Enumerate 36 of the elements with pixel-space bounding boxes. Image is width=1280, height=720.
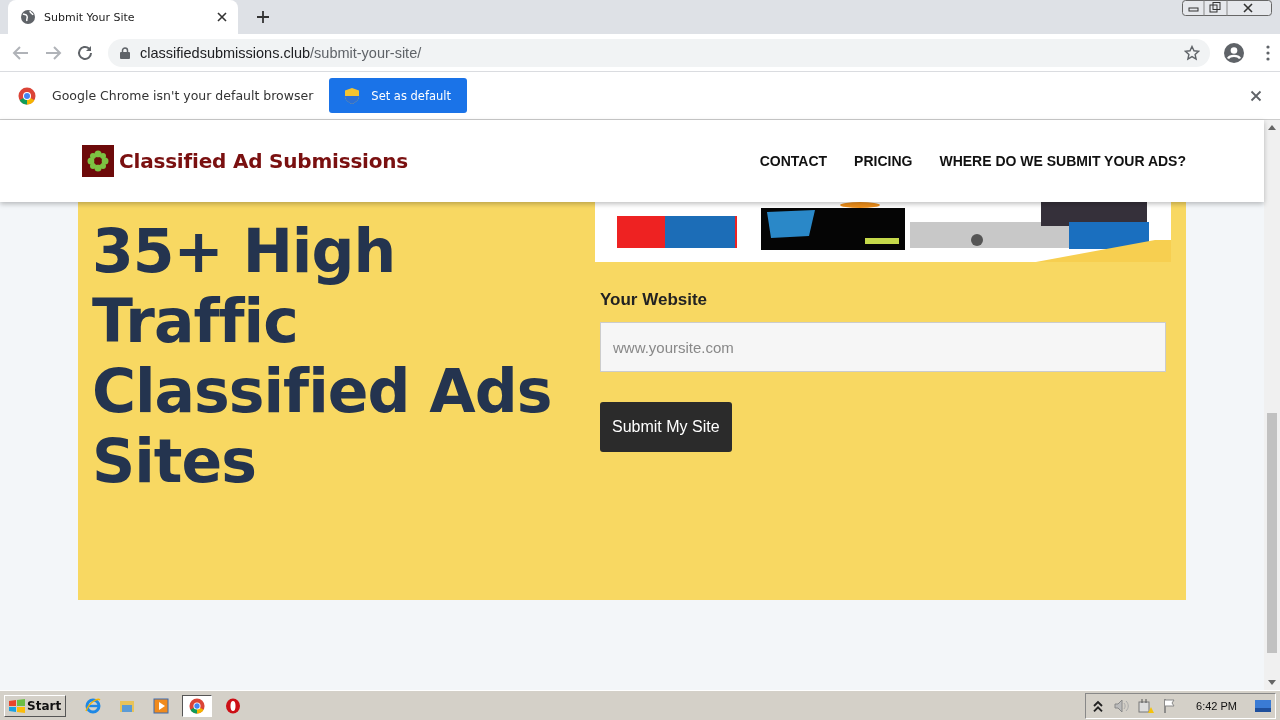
window-controls[interactable]	[1182, 0, 1272, 16]
scroll-down-icon[interactable]	[1268, 680, 1276, 686]
nav-link[interactable]: PRICING	[854, 153, 913, 169]
tab-title: Submit Your Site	[44, 10, 136, 24]
set-default-button[interactable]: Set as default	[329, 78, 468, 113]
plus-icon[interactable]	[256, 10, 270, 24]
globe-icon	[20, 9, 36, 25]
reload-icon[interactable]	[76, 43, 94, 62]
scrollbar[interactable]	[1264, 120, 1280, 690]
website-input[interactable]: www.yoursite.com	[600, 322, 1166, 372]
close-icon[interactable]	[1250, 89, 1262, 102]
scroll-up-icon[interactable]	[1268, 124, 1276, 130]
nav-link[interactable]: WHERE DO WE SUBMIT YOUR ADS?	[939, 153, 1186, 169]
chrome-icon[interactable]	[182, 694, 213, 717]
infobar-message: Google Chrome isn't your default browser	[52, 88, 314, 103]
url-text: classifiedsubmissions.club/submit-your-site/	[140, 44, 423, 61]
hero-heading: 35+ High Traffic Classified Ads Sites	[92, 216, 553, 498]
menu-icon[interactable]	[1266, 44, 1270, 61]
submit-button[interactable]: Submit My Site	[600, 402, 732, 452]
network-warning-icon[interactable]	[1138, 697, 1155, 714]
website-label: Your Website	[600, 290, 708, 310]
nav-link[interactable]: CONTACT	[759, 153, 828, 169]
lock-icon	[120, 46, 130, 59]
browser-tab[interactable]: Submit Your Site	[8, 0, 238, 34]
show-desktop-icon[interactable]	[1255, 699, 1271, 712]
profile-icon[interactable]	[1224, 42, 1244, 63]
star-icon[interactable]	[1184, 44, 1200, 61]
chrome-icon	[18, 86, 36, 105]
close-icon[interactable]	[216, 11, 228, 23]
address-bar[interactable]: classifiedsubmissions.club/submit-your-site/	[108, 38, 1210, 67]
shield-icon	[345, 87, 360, 104]
start-button[interactable]: Start	[4, 694, 67, 717]
windows-logo-icon	[9, 698, 25, 713]
site-logo-text[interactable]: Classified Ad Submissions	[119, 149, 409, 173]
clock-text: 6:42 PM	[1196, 699, 1237, 712]
flower-logo-icon[interactable]	[82, 145, 114, 177]
